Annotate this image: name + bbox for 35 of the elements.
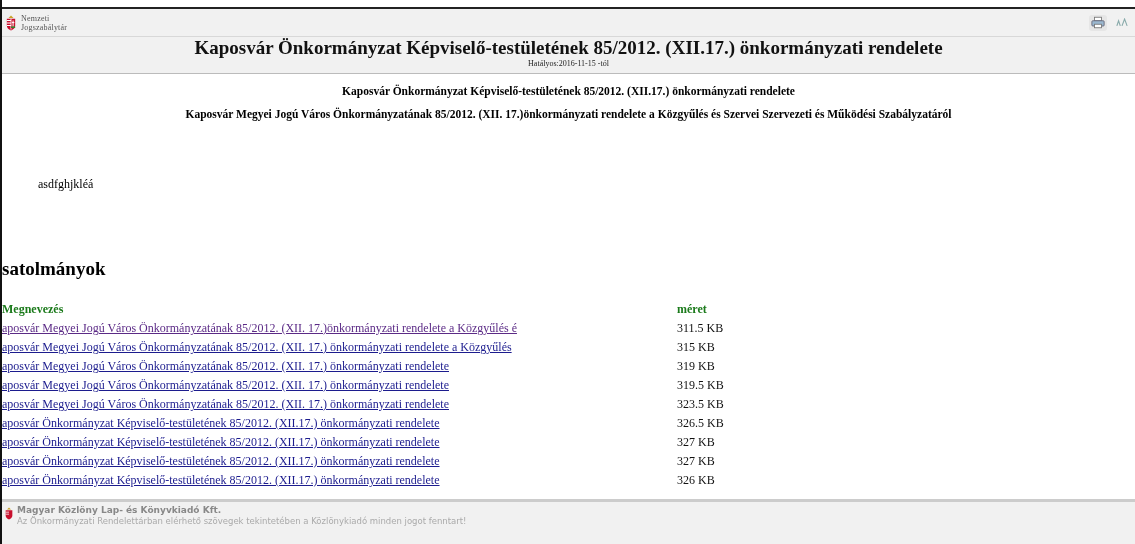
logo-text: Jogszabálytár bbox=[21, 22, 68, 32]
document-heading: Kaposvár Önkormányzat Képviselő-testületének 85/2012. (XII.17.) önkormányzati rendelete bbox=[341, 84, 796, 98]
validity-date: Hatályos:2016-11-15 -tól bbox=[528, 59, 609, 68]
column-header: méret bbox=[677, 302, 708, 317]
footer-notice: Az Önkormányzati Rendelettárban elérhető szövegek tekintetében a Közlönykiadó minden jogot fenntart! bbox=[17, 516, 467, 527]
column-header: Megnevezés bbox=[2, 302, 65, 317]
attachment-link[interactable]: aposvár Önkormányzat Képviselő-testületének 85/2012. (XII.17.) önkormányzati rendelete bbox=[2, 454, 440, 468]
document-heading: Kaposvár Megyei Jogú Város Önkormányzatának 85/2012. (XII. 17.)önkormányzati rendelete a Közgyűlés és Szervei Szervezeti és Működési Szabályzatáról bbox=[184, 107, 953, 121]
coat-of-arms-icon bbox=[5, 507, 13, 520]
file-size: 311.5 KB bbox=[677, 321, 725, 336]
file-size: 327 KB bbox=[677, 435, 716, 450]
footer-company: Magyar Közlöny Lap- és Könyvkiadó Kft. bbox=[17, 505, 223, 516]
file-size: 319.5 KB bbox=[677, 378, 725, 393]
file-size: 326.5 KB bbox=[677, 416, 725, 431]
file-size: 319 KB bbox=[677, 359, 716, 374]
file-size: 315 KB bbox=[677, 340, 716, 355]
file-size: 326 KB bbox=[677, 473, 716, 488]
attachments-heading: satolmányok bbox=[2, 258, 107, 280]
font-size-icon bbox=[1116, 18, 1128, 27]
attachment-link[interactable]: aposvár Megyei Jogú Város Önkormányzatának 85/2012. (XII. 17.)önkormányzati rendelete a Közgyűlés é bbox=[2, 321, 517, 335]
document-text: asdfghjkléá bbox=[38, 177, 95, 192]
attachment-link[interactable]: aposvár Megyei Jogú Város Önkormányzatának 85/2012. (XII. 17.) önkormányzati rendelete bbox=[2, 397, 449, 411]
page-title: Kaposvár Önkormányzat Képviselő-testületének 85/2012. (XII.17.) önkormányzati rendelete bbox=[194, 37, 943, 59]
attachment-link[interactable]: aposvár Önkormányzat Képviselő-testületének 85/2012. (XII.17.) önkormányzati rendelete bbox=[2, 416, 440, 430]
attachment-link[interactable]: aposvár Megyei Jogú Város Önkormányzatának 85/2012. (XII. 17.) önkormányzati rendelete bbox=[2, 378, 449, 392]
attachment-link[interactable]: aposvár Megyei Jogú Város Önkormányzatának 85/2012. (XII. 17.) önkormányzati rendelete bbox=[2, 359, 449, 373]
printer-icon bbox=[1091, 16, 1105, 29]
attachment-link[interactable]: aposvár Önkormányzat Képviselő-testületének 85/2012. (XII.17.) önkormányzati rendelete bbox=[2, 473, 440, 487]
file-size: 323.5 KB bbox=[677, 397, 725, 412]
logo-text: Nemzeti bbox=[21, 13, 51, 23]
coat-of-arms-icon bbox=[6, 14, 16, 31]
print-button[interactable] bbox=[1089, 14, 1107, 31]
attachment-link[interactable]: aposvár Önkormányzat Képviselő-testületének 85/2012. (XII.17.) önkormányzati rendelete bbox=[2, 435, 440, 449]
file-size: 327 KB bbox=[677, 454, 716, 469]
attachment-link[interactable]: aposvár Megyei Jogú Város Önkormányzatának 85/2012. (XII. 17.) önkormányzati rendelete a Közgyűlés bbox=[2, 340, 512, 354]
